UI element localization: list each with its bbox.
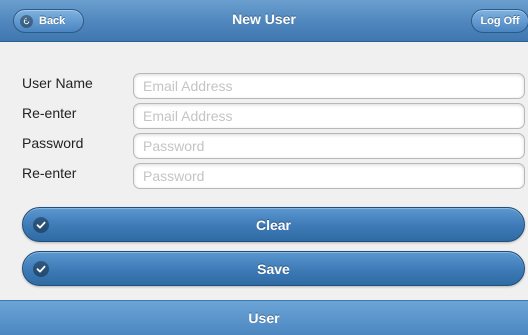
header-bar: Back New User Log Off [0,0,528,42]
username-label: User Name [22,75,93,91]
password-input[interactable] [133,133,525,159]
form-row-password: Password [0,133,528,163]
form-row-username: User Name [0,73,528,103]
page-title: New User [232,11,296,27]
check-icon [33,261,49,277]
logoff-button[interactable]: Log Off [471,9,528,33]
password-confirm-input[interactable] [133,163,525,189]
form-row-password-confirm: Re-enter [0,163,528,193]
logoff-button-label: Log Off [480,15,520,27]
username-confirm-label: Re-enter [22,105,77,121]
check-icon [33,217,49,233]
footer-label: User [248,310,280,326]
username-input[interactable] [133,73,525,99]
save-button[interactable]: Save [22,251,525,286]
footer-bar: User [0,300,528,335]
clear-button[interactable]: Clear [22,207,525,242]
password-label: Password [22,135,84,151]
password-confirm-label: Re-enter [22,165,77,181]
clear-button-label: Clear [255,216,292,233]
save-button-label: Save [257,260,290,277]
form-row-username-confirm: Re-enter [0,103,528,133]
username-confirm-input[interactable] [133,103,525,129]
